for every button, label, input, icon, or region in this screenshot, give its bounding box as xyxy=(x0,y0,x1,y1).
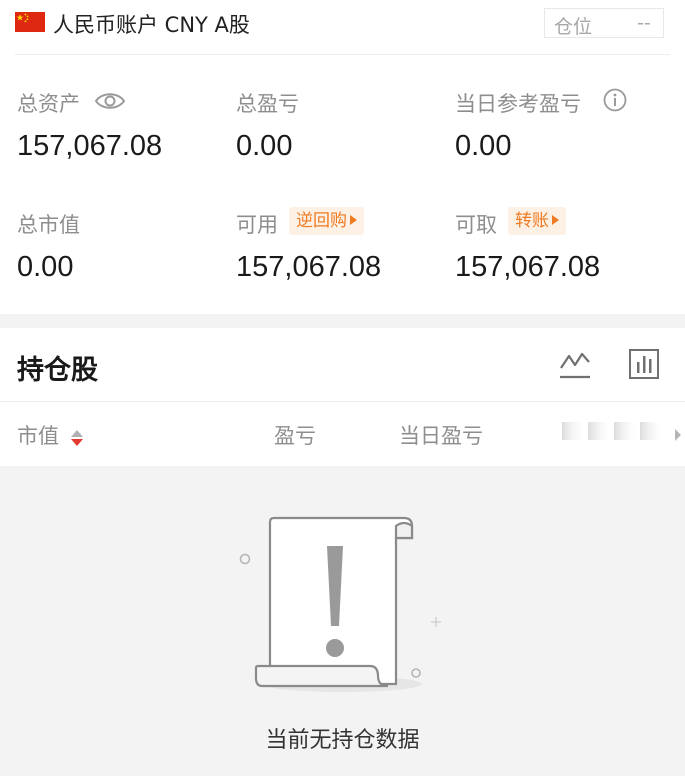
position-selector[interactable]: 仓位 -- xyxy=(544,8,664,38)
withdrawable-value: 157,067.08 xyxy=(455,251,601,283)
position-label: 仓位 xyxy=(554,16,593,38)
reverse-repo-label: 逆回购 xyxy=(296,211,347,231)
transfer-link[interactable]: 转账 xyxy=(508,207,566,235)
total-pnl-label: 总盈亏 xyxy=(236,92,299,116)
more-columns-arrow-icon[interactable] xyxy=(675,429,681,441)
account-header[interactable]: 人民币账户 CNY A股 仓位 -- xyxy=(0,0,685,54)
holdings-column-header: 市值 盈亏 当日盈亏 xyxy=(0,401,685,466)
market-value-value: 0.00 xyxy=(17,251,74,283)
available-label: 可用 xyxy=(236,213,278,237)
column-daily-pnl[interactable]: 当日盈亏 xyxy=(399,420,483,450)
empty-document-icon xyxy=(230,506,460,710)
line-chart-icon[interactable] xyxy=(558,348,592,384)
daily-ref-pnl-value: 0.00 xyxy=(455,130,512,162)
daily-ref-pnl-label: 当日参考盈亏 xyxy=(455,92,581,116)
account-title: 人民币账户 CNY A股 xyxy=(53,13,250,37)
more-columns-fade xyxy=(558,416,676,446)
withdrawable-label: 可取 xyxy=(455,213,497,237)
available-value: 157,067.08 xyxy=(236,251,382,283)
info-icon[interactable] xyxy=(603,88,627,116)
arrow-right-icon xyxy=(552,215,559,225)
total-assets-value: 157,067.08 xyxy=(17,130,163,162)
bar-chart-icon[interactable] xyxy=(628,348,660,384)
total-pnl-value: 0.00 xyxy=(236,130,293,162)
empty-state-text: 当前无持仓数据 xyxy=(265,728,420,753)
china-flag-icon xyxy=(15,12,45,32)
total-assets-label: 总资产 xyxy=(17,92,80,116)
transfer-label: 转账 xyxy=(515,211,549,231)
account-card: 人民币账户 CNY A股 仓位 -- 总资产 157,067.08 总盈亏 0.… xyxy=(0,0,685,314)
market-value-label: 总市值 xyxy=(17,213,80,237)
sort-icon[interactable] xyxy=(70,429,84,451)
column-pnl[interactable]: 盈亏 xyxy=(274,420,316,450)
column-market-value[interactable]: 市值 xyxy=(17,420,59,450)
holdings-title: 持仓股 xyxy=(17,355,98,386)
arrow-right-icon xyxy=(350,215,357,225)
divider xyxy=(15,54,670,55)
position-value: -- xyxy=(637,12,651,34)
empty-state: 当前无持仓数据 xyxy=(0,466,685,776)
eye-icon[interactable] xyxy=(94,90,126,116)
holdings-section: 持仓股 市值 盈亏 当日盈亏 xyxy=(0,328,685,466)
reverse-repo-link[interactable]: 逆回购 xyxy=(289,207,364,235)
